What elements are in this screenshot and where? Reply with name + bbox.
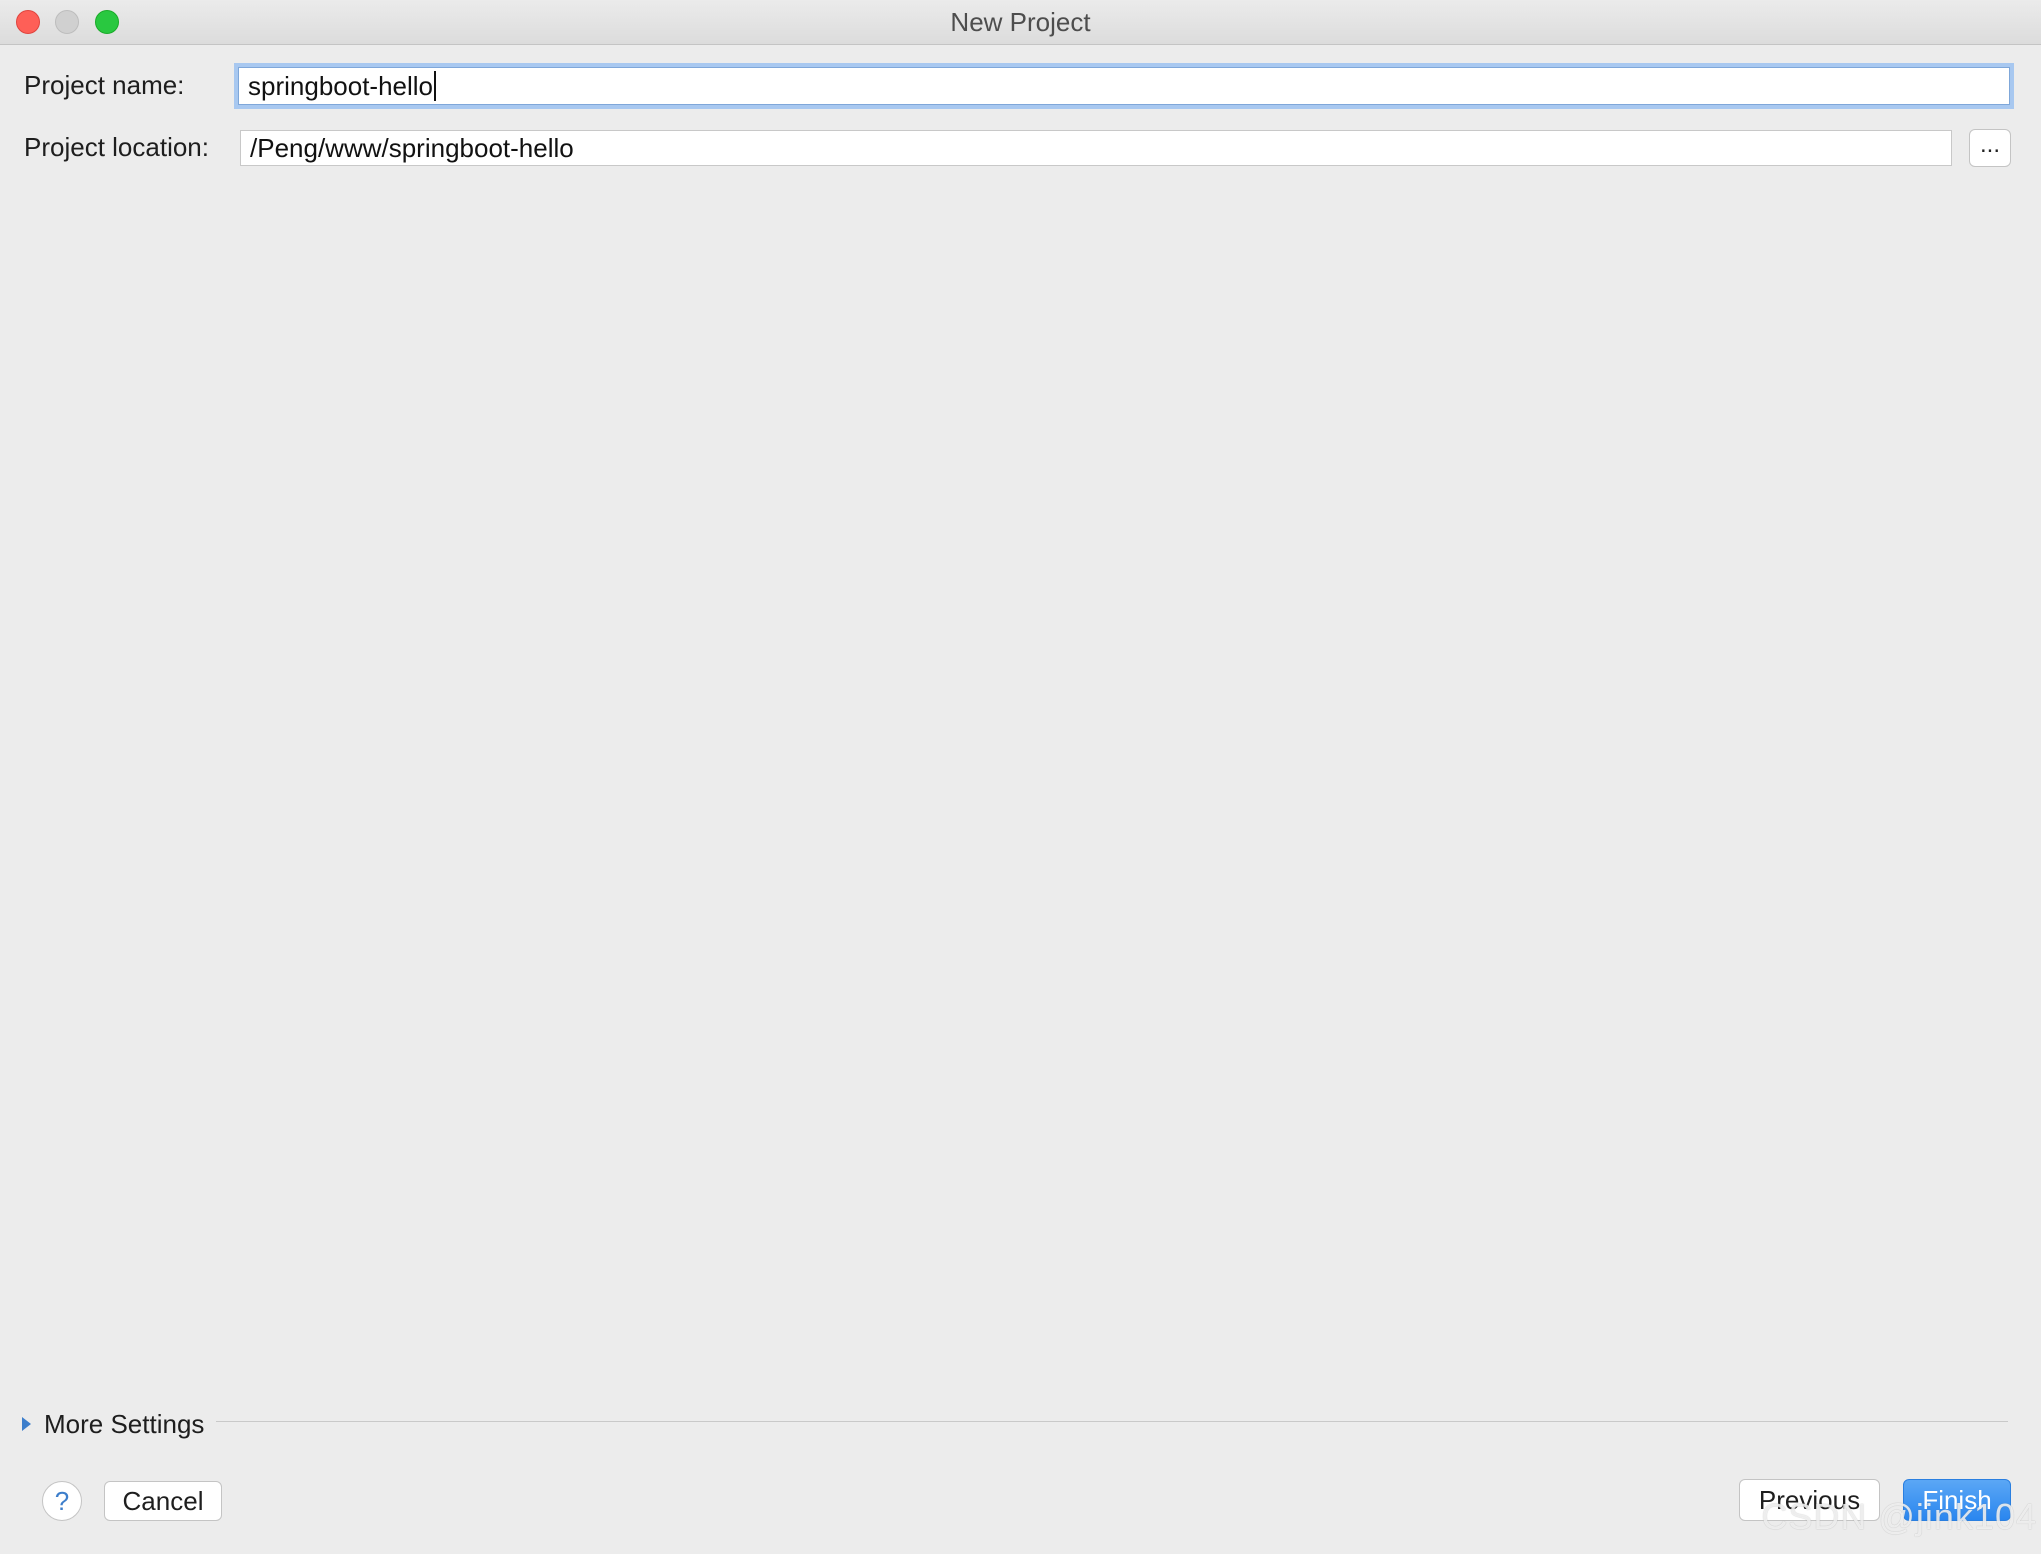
title-bar[interactable]: New Project [0,0,2041,45]
disclosure-triangle-icon [22,1417,31,1431]
project-name-input[interactable]: springboot-hello [238,67,2010,105]
new-project-dialog: New Project Project name: springboot-hel… [0,0,2041,1554]
project-name-label: Project name: [24,70,185,100]
browse-location-button[interactable]: ... [1969,129,2011,167]
more-settings-toggle[interactable]: More Settings [22,1406,204,1442]
project-location-value: /Peng/www/springboot-hello [250,132,574,163]
project-location-input[interactable]: /Peng/www/springboot-hello [240,130,1952,166]
text-caret [434,71,437,101]
watermark: CSDN @jink104 [1761,1496,2037,1537]
window-title: New Project [950,7,1091,37]
project-name-value: springboot-hello [248,70,434,101]
help-button[interactable]: ? [42,1481,82,1521]
cancel-button[interactable]: Cancel [104,1481,222,1521]
more-settings-label: More Settings [44,1408,205,1439]
more-settings-divider [216,1421,2008,1422]
project-location-label: Project location: [24,132,209,162]
